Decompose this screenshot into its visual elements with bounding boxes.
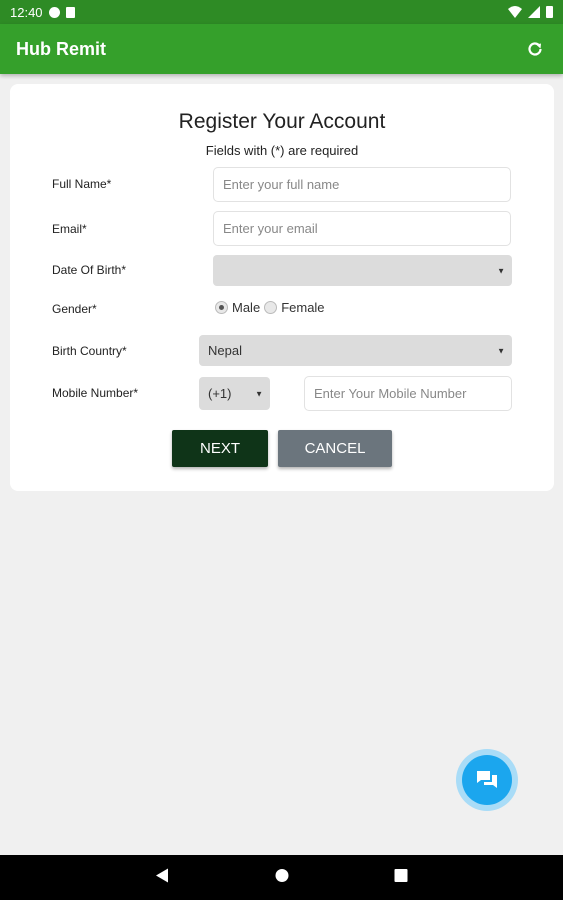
cancel-button[interactable]: CANCEL: [278, 430, 392, 467]
recents-button[interactable]: [394, 868, 408, 887]
full-name-label: Full Name*: [52, 177, 112, 191]
birth-country-select[interactable]: Nepal ▼: [199, 335, 512, 366]
refresh-button[interactable]: [523, 37, 547, 61]
country-code-caret-icon: ▼: [255, 389, 263, 398]
notification-icon: [48, 6, 60, 18]
chat-button[interactable]: [456, 749, 518, 811]
wifi-icon: [508, 6, 522, 18]
home-button[interactable]: [275, 868, 289, 887]
dob-select[interactable]: ▼: [213, 255, 512, 286]
mobile-placeholder: Enter Your Mobile Number: [314, 386, 467, 401]
battery-icon: [546, 6, 553, 18]
gender-female-label: Female: [281, 300, 325, 315]
form-subtitle: Fields with (*) are required: [205, 143, 359, 158]
gender-label: Gender*: [52, 302, 97, 316]
mobile-label: Mobile Number*: [52, 386, 139, 400]
email-label: Email*: [52, 222, 87, 236]
mobile-number-input[interactable]: Enter Your Mobile Number: [304, 376, 512, 411]
birth-country-caret-icon: ▼: [497, 346, 505, 355]
email-input[interactable]: Enter your email: [213, 211, 511, 246]
full-name-placeholder: Enter your full name: [223, 177, 340, 192]
birth-country-value: Nepal: [208, 343, 242, 358]
gender-male-radio[interactable]: [215, 301, 228, 314]
gender-radio-group: Male Female: [215, 300, 329, 315]
email-placeholder: Enter your email: [223, 221, 318, 236]
gender-female-radio[interactable]: [264, 301, 278, 314]
status-bar: 12:40: [0, 0, 563, 24]
signal-icon: [528, 6, 540, 18]
home-icon: [275, 868, 289, 882]
status-time: 12:40: [10, 4, 43, 20]
full-name-input[interactable]: Enter your full name: [213, 167, 511, 202]
dob-caret-icon: ▼: [497, 266, 505, 275]
refresh-icon: [528, 42, 542, 56]
app-title: Hub Remit: [16, 38, 106, 59]
dob-label: Date Of Birth*: [52, 263, 127, 277]
recents-icon: [394, 868, 408, 882]
country-code-value: (+1): [208, 386, 232, 401]
gender-male-label: Male: [232, 300, 261, 315]
country-code-select[interactable]: (+1) ▼: [199, 377, 270, 410]
form-title: Register Your Account: [178, 110, 386, 133]
chat-button-inner: [462, 755, 512, 805]
sd-card-icon: [65, 6, 75, 18]
next-button[interactable]: NEXT: [172, 430, 268, 467]
navigation-bar: [0, 855, 563, 900]
back-icon: [156, 868, 168, 882]
registration-card: Register Your Account Fields with (*) ar…: [10, 84, 554, 491]
app-bar: Hub Remit: [0, 24, 563, 74]
chat-icon: [477, 771, 497, 788]
back-button[interactable]: [155, 867, 169, 888]
birth-country-label: Birth Country*: [52, 344, 127, 358]
